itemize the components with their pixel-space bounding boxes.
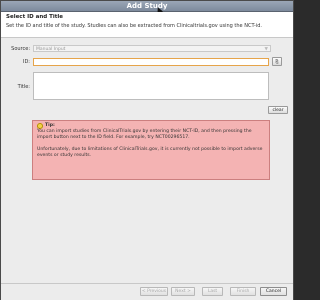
- id-field[interactable]: [33, 58, 269, 66]
- add-study-window: Add Study Select ID and Title Set the ID…: [0, 0, 294, 300]
- tip-box: Tip: You can import studies from Clinica…: [32, 120, 270, 180]
- chevron-down-icon: ▼: [264, 47, 268, 52]
- study-form: Source: Manual Input ▼ ID: ⎘ Title: clea…: [5, 41, 289, 281]
- cancel-button[interactable]: Cancel: [260, 287, 287, 296]
- step-description: Set the ID and title of the study. Studi…: [6, 23, 262, 29]
- wizard-footer: < Previous Next > Last Finish Cancel: [1, 283, 293, 300]
- last-button[interactable]: Last: [202, 287, 223, 296]
- tip-text-1: You can import studies from ClinicalTria…: [37, 129, 252, 140]
- finish-button[interactable]: Finish: [230, 287, 256, 296]
- clear-button[interactable]: clear: [268, 106, 288, 114]
- title-label: Title:: [17, 84, 30, 90]
- id-label: ID:: [22, 59, 30, 65]
- next-button[interactable]: Next >: [171, 287, 195, 296]
- import-button[interactable]: ⎘: [272, 57, 282, 66]
- source-label: Source:: [11, 46, 30, 52]
- step-title: Select ID and Title: [6, 14, 63, 20]
- source-select[interactable]: Manual Input ▼: [33, 45, 271, 52]
- title-bar: Add Study: [1, 1, 293, 12]
- wizard-header: Select ID and Title Set the ID and title…: [1, 12, 293, 38]
- tip-text-2: Unfortunately, due to limitations of Cli…: [37, 147, 263, 158]
- window-title: Add Study: [126, 2, 168, 10]
- title-field[interactable]: [33, 72, 269, 100]
- previous-button[interactable]: < Previous: [140, 287, 168, 296]
- source-value: Manual Input: [36, 47, 66, 52]
- import-icon: ⎘: [275, 59, 279, 64]
